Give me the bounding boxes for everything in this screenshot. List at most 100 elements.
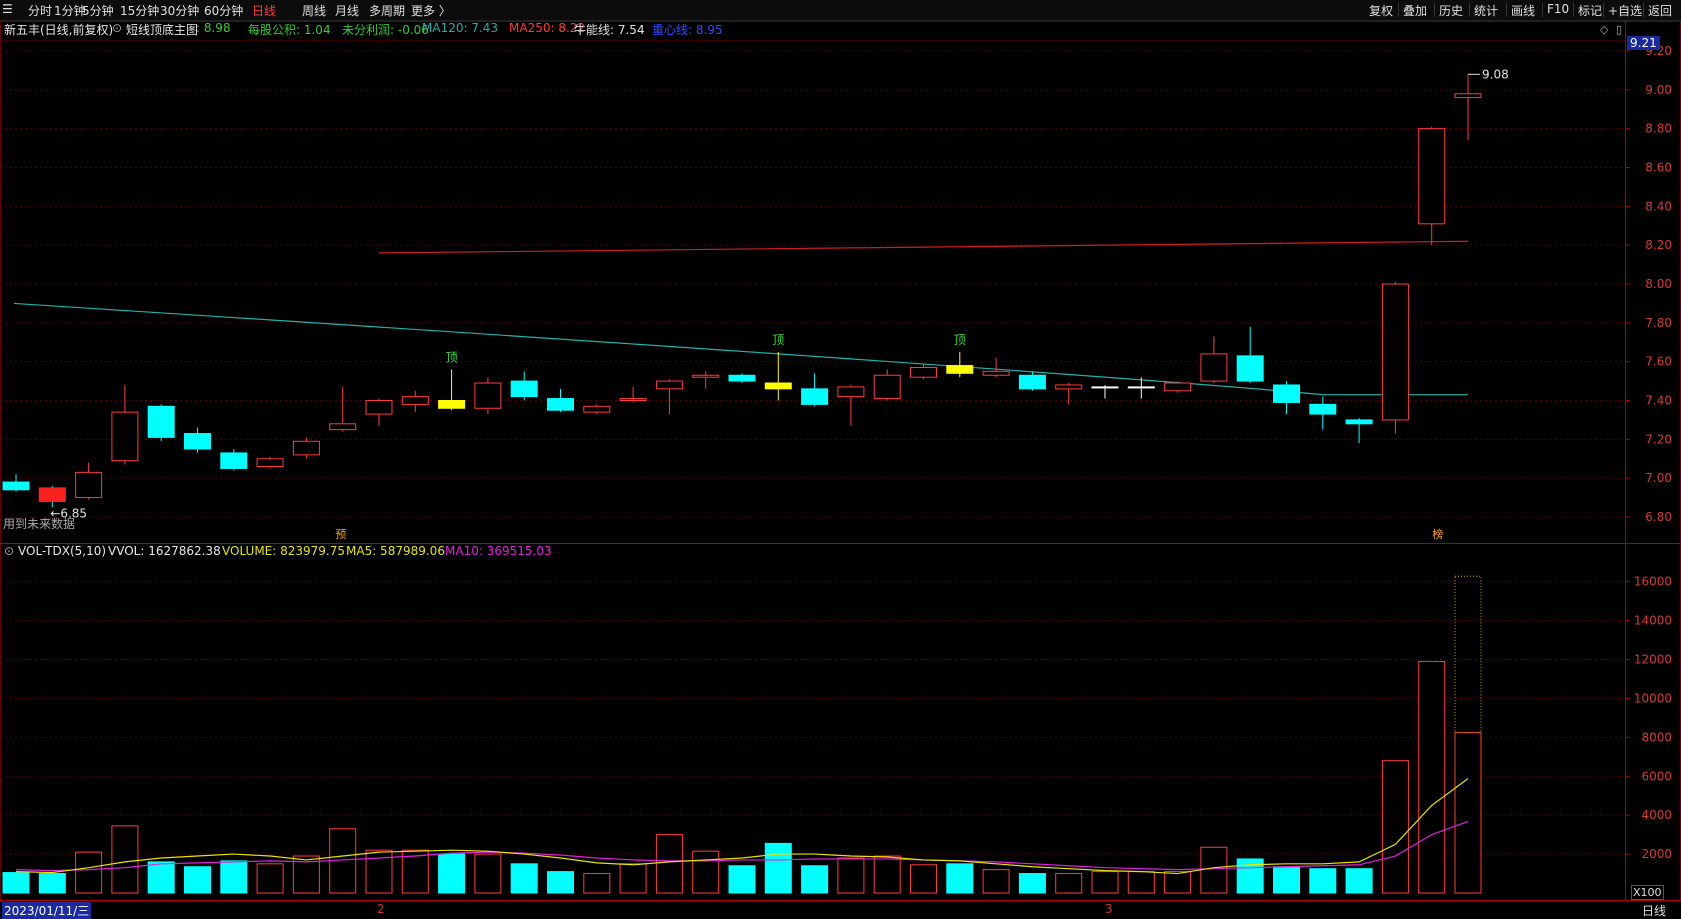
price-tick-label: 7.00 (1645, 471, 1672, 485)
candle-body (184, 433, 211, 450)
price-tick-label: 6.80 (1645, 510, 1672, 524)
volume-bar (692, 850, 720, 894)
panel-toggle-icon[interactable]: ▯ (1616, 23, 1622, 36)
candle-body (1418, 128, 1446, 225)
candle-body (147, 405, 175, 438)
candle-body (692, 374, 720, 378)
volume-bar (547, 871, 574, 894)
kline-chart[interactable]: 9.209.008.808.608.408.208.007.807.607.40… (0, 0, 1681, 918)
volume-bar (728, 865, 756, 894)
volume-bar (1091, 871, 1119, 894)
volume-tick-label: 16000 (1634, 575, 1672, 589)
candle-body (1273, 384, 1300, 403)
volume-bar (438, 853, 466, 894)
volume-tick-label: 10000 (1634, 691, 1672, 705)
candle-body (510, 380, 538, 398)
candle-body (728, 374, 756, 382)
price-tick-label: 8.00 (1645, 277, 1672, 291)
candle-body (75, 471, 103, 499)
candle-body (1345, 419, 1373, 425)
pre-signal-mark: 预 (335, 528, 346, 541)
volume-bar (474, 853, 502, 894)
candle-body (220, 452, 248, 469)
volume-bar (910, 864, 937, 894)
candle-body (946, 365, 974, 374)
price-tick-label: 8.80 (1645, 122, 1672, 136)
candle-body (655, 380, 683, 390)
volume-bar (147, 861, 175, 894)
candle-body (583, 405, 611, 413)
candle-body (873, 374, 901, 400)
volume-projection-bar (1454, 575, 1482, 734)
volume-bar (1127, 871, 1155, 894)
bottom-status-bar: 2023/01/11/三 2 3 日线 (0, 900, 1681, 919)
volume-bar (1345, 868, 1373, 894)
volume-bar (184, 866, 211, 894)
volume-bar (873, 855, 901, 894)
high-price-label: 9.08 (1482, 67, 1509, 81)
candle-body (365, 400, 393, 415)
candle-body (1127, 386, 1155, 389)
volume-bar (2, 872, 30, 894)
volume-bar (1018, 873, 1046, 894)
volume-bar (1418, 660, 1446, 894)
candle-body (1091, 386, 1119, 389)
volume-bar (111, 825, 139, 894)
volume-tick-label: 4000 (1641, 808, 1672, 822)
candle-body (111, 411, 139, 462)
price-tick-label: 7.60 (1645, 355, 1672, 369)
candle-body (1164, 382, 1192, 392)
top-signal-label: 顶 (772, 333, 784, 347)
price-tick-label: 9.00 (1645, 83, 1672, 97)
price-tick-label: 7.80 (1645, 316, 1672, 330)
candle-body (619, 398, 647, 401)
volume-tick-label: 2000 (1641, 847, 1672, 861)
volume-bar (1381, 760, 1409, 894)
candle-body (910, 366, 937, 378)
candle-body (982, 370, 1010, 376)
volume-tick-label: 8000 (1641, 730, 1672, 744)
price-tag: 9.21 (1627, 36, 1660, 50)
candle-body (474, 382, 502, 409)
future-data-note: 用到未来数据 (3, 517, 76, 531)
top-signal-label: 顶 (446, 350, 458, 364)
date-cursor: 2023/01/11/三 (2, 902, 92, 919)
month-label-2: 2 (377, 902, 385, 916)
candle-body (438, 400, 466, 409)
candle-body (547, 398, 574, 411)
volume-bar (946, 863, 974, 894)
volume-bar (1164, 871, 1192, 894)
volume-bar (1309, 868, 1337, 894)
volume-bar (1200, 846, 1228, 894)
price-tick-label: 8.60 (1645, 161, 1672, 175)
price-tick-label: 7.20 (1645, 432, 1672, 446)
candle-body (401, 396, 429, 405)
volume-tick-label: 12000 (1634, 653, 1672, 667)
volume-tick-label: 6000 (1641, 769, 1672, 783)
candle-body (801, 388, 829, 405)
diamond-icon[interactable]: ◇ (1600, 23, 1609, 36)
candle-body (1454, 93, 1482, 99)
volume-bar (510, 863, 538, 894)
candle-body (1309, 403, 1337, 415)
volume-bar (619, 863, 647, 894)
candle-body (2, 481, 30, 491)
price-tick-label: 7.40 (1645, 394, 1672, 408)
candle-body (764, 382, 792, 390)
volume-bar (801, 865, 829, 894)
period-label[interactable]: 日线 (1642, 902, 1666, 919)
volume-bar (1055, 873, 1083, 894)
candle-body (837, 386, 865, 398)
price-tick-label: 8.40 (1645, 199, 1672, 213)
price-tick-label: 8.20 (1645, 238, 1672, 252)
volume-bar (1454, 732, 1482, 894)
volume-bar (38, 873, 66, 894)
volume-bar (837, 857, 865, 894)
rank-signal-mark: 榜 (1432, 527, 1443, 541)
candle-body (329, 423, 357, 431)
candle-body (256, 458, 284, 468)
ma250-line (378, 240, 1469, 254)
volume-bar (220, 860, 248, 894)
volume-bar (655, 834, 683, 894)
volume-bar (256, 863, 284, 894)
